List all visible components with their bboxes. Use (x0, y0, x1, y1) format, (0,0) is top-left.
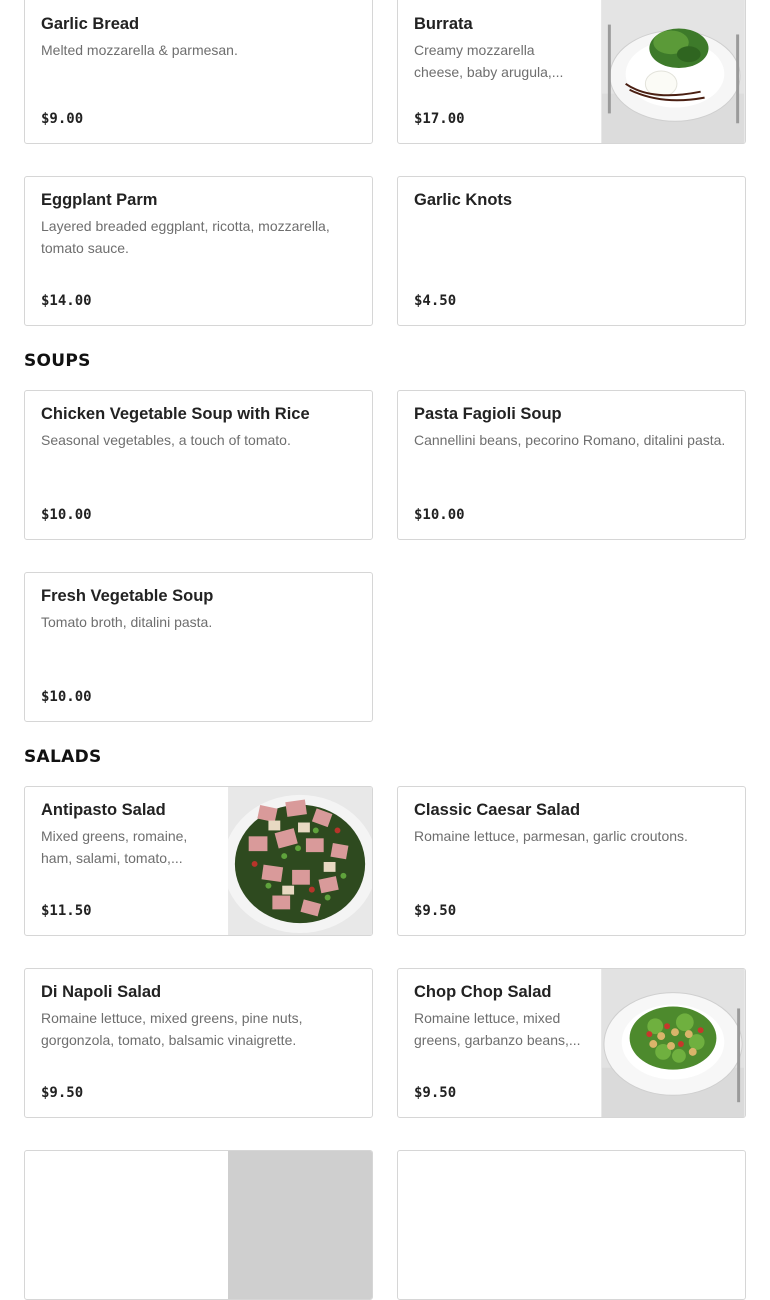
item-photo (228, 787, 372, 935)
item-description: Layered breaded eggplant, ricotta, mozza… (41, 218, 330, 256)
item-price: $9.50 (414, 903, 457, 919)
item-price: $9.50 (41, 1085, 84, 1101)
item-price: $11.50 (41, 903, 92, 919)
item-name: Antipasto Salad (41, 801, 166, 819)
item-description: Tomato broth, ditalini pasta. (41, 614, 213, 630)
item-price: $10.00 (41, 507, 92, 523)
item-price: $17.00 (414, 111, 465, 127)
item-name: Chicken Vegetable Soup with Rice (41, 405, 310, 423)
menu-item-card[interactable]: Di Napoli Salad Romaine lettuce, mixed g… (24, 968, 373, 1118)
item-description: Romaine lettuce, mixed greens, pine nuts… (41, 1010, 303, 1048)
item-name: Garlic Knots (414, 191, 513, 209)
item-name: Burrata (414, 15, 473, 33)
menu-item-card[interactable]: Eggplant Parm Layered breaded eggplant, … (24, 176, 373, 326)
item-price: $9.50 (414, 1085, 457, 1101)
item-name: Pasta Fagioli Soup (414, 405, 562, 423)
menu-item-card[interactable] (397, 1150, 746, 1300)
antipasto-salad-image (228, 787, 372, 935)
item-name: Di Napoli Salad (41, 983, 162, 1001)
item-description: Mixed greens, romaine, ham, salami, toma… (41, 828, 188, 866)
menu-item-card[interactable]: Antipasto Salad Mixed greens, romaine, h… (24, 786, 373, 936)
chop-chop-salad-image (601, 969, 745, 1117)
burrata-plate-image (601, 0, 745, 143)
item-price: $10.00 (414, 507, 465, 523)
menu-item-card[interactable]: Chicken Vegetable Soup with Rice Seasona… (24, 390, 373, 540)
menu-item-card[interactable]: Pasta Fagioli Soup Cannellini beans, pec… (397, 390, 746, 540)
menu-item-card[interactable] (24, 1150, 373, 1300)
item-price: $4.50 (414, 293, 457, 309)
item-price: $14.00 (41, 293, 92, 309)
menu-item-card[interactable]: Classic Caesar Salad Romaine lettuce, pa… (397, 786, 746, 936)
item-description: Cannellini beans, pecorino Romano, dital… (414, 432, 726, 448)
item-photo (228, 1151, 372, 1299)
item-name: Chop Chop Salad (414, 983, 552, 1001)
menu-item-card[interactable]: Burrata Creamy mozzarella cheese, baby a… (397, 0, 746, 144)
item-price: $9.00 (41, 111, 84, 127)
item-description: Creamy mozzarella cheese, baby arugula,.… (414, 42, 564, 80)
item-description: Romaine lettuce, parmesan, garlic crouto… (414, 828, 688, 844)
item-name: Garlic Bread (41, 15, 140, 33)
menu-item-card[interactable]: Fresh Vegetable Soup Tomato broth, dital… (24, 572, 373, 722)
menu-item-card[interactable]: Chop Chop Salad Romaine lettuce, mixed g… (397, 968, 746, 1118)
item-description: Melted mozzarella & parmesan. (41, 42, 238, 58)
item-name: Classic Caesar Salad (414, 801, 581, 819)
menu-item-card[interactable]: Garlic Knots $4.50 (397, 176, 746, 326)
item-photo (601, 0, 745, 143)
section-title-soups: SOUPS (24, 351, 91, 371)
section-title-salads: SALADS (24, 747, 102, 767)
menu-item-card[interactable]: Garlic Bread Melted mozzarella & parmesa… (24, 0, 373, 144)
item-price: $10.00 (41, 689, 92, 705)
item-description: Seasonal vegetables, a touch of tomato. (41, 432, 291, 448)
item-name: Eggplant Parm (41, 191, 158, 209)
item-photo (601, 969, 745, 1117)
item-name: Fresh Vegetable Soup (41, 587, 214, 605)
item-description: Romaine lettuce, mixed greens, garbanzo … (414, 1010, 581, 1048)
